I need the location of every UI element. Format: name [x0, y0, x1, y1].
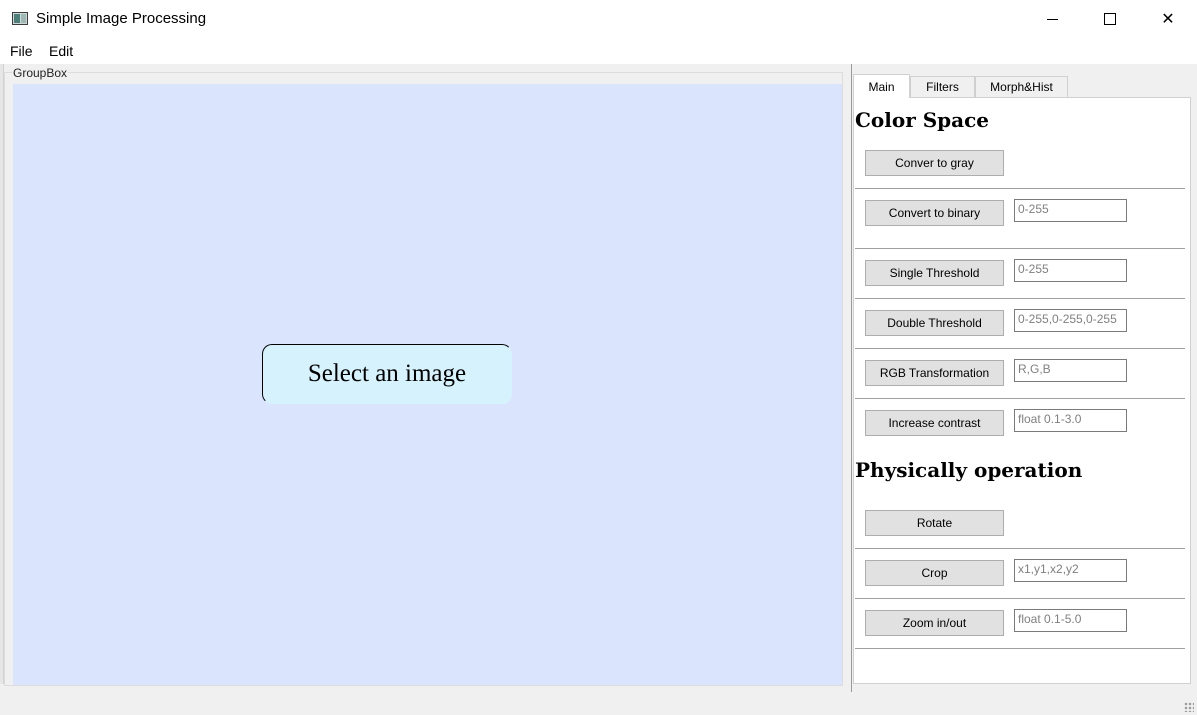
- minimize-button[interactable]: [1023, 0, 1081, 38]
- double-threshold-button[interactable]: Double Threshold: [865, 310, 1004, 336]
- tab-main[interactable]: Main: [853, 74, 910, 98]
- physical-operation-heading: Physically operation: [855, 458, 1083, 482]
- crop-input[interactable]: x1,y1,x2,y2: [1014, 559, 1127, 582]
- crop-button[interactable]: Crop: [865, 560, 1004, 586]
- rgb-transformation-button[interactable]: RGB Transformation: [865, 360, 1004, 386]
- divider: [855, 548, 1185, 549]
- rotate-button[interactable]: Rotate: [865, 510, 1004, 536]
- rgb-input[interactable]: R,G,B: [1014, 359, 1127, 382]
- divider: [855, 248, 1185, 249]
- close-button[interactable]: ✕: [1139, 0, 1197, 38]
- binary-threshold-input[interactable]: 0-255: [1014, 199, 1127, 222]
- close-icon: ✕: [1161, 11, 1175, 28]
- tab-morph-hist[interactable]: Morph&Hist: [975, 76, 1068, 98]
- increase-contrast-button[interactable]: Increase contrast: [865, 410, 1004, 436]
- app-icon: [12, 12, 28, 25]
- menu-bar: File Edit: [0, 38, 1197, 64]
- menu-file[interactable]: File: [10, 43, 33, 59]
- divider: [855, 348, 1185, 349]
- zoom-button[interactable]: Zoom in/out: [865, 610, 1004, 636]
- tab-filters[interactable]: Filters: [910, 76, 975, 98]
- resize-grip-icon[interactable]: [1184, 702, 1194, 712]
- tab-pane-main: [853, 97, 1191, 684]
- status-bar: [0, 692, 1197, 715]
- double-threshold-input[interactable]: 0-255,0-255,0-255: [1014, 309, 1127, 332]
- single-threshold-input[interactable]: 0-255: [1014, 259, 1127, 282]
- zoom-input[interactable]: float 0.1-5.0: [1014, 609, 1127, 632]
- divider: [855, 648, 1185, 649]
- title-bar: Simple Image Processing ✕: [0, 0, 1197, 38]
- maximize-icon: [1104, 13, 1116, 25]
- minimize-icon: [1046, 18, 1058, 20]
- contrast-input[interactable]: float 0.1-3.0: [1014, 409, 1127, 432]
- convert-gray-button[interactable]: Conver to gray: [865, 150, 1004, 176]
- divider: [855, 298, 1185, 299]
- convert-binary-button[interactable]: Convert to binary: [865, 200, 1004, 226]
- divider: [855, 188, 1185, 189]
- divider: [855, 398, 1185, 399]
- select-image-button[interactable]: Select an image: [262, 344, 512, 404]
- menu-edit[interactable]: Edit: [49, 43, 73, 59]
- single-threshold-button[interactable]: Single Threshold: [865, 260, 1004, 286]
- panel-splitter[interactable]: [851, 64, 852, 692]
- window-title: Simple Image Processing: [36, 10, 207, 27]
- maximize-button[interactable]: [1081, 0, 1139, 38]
- divider: [855, 598, 1185, 599]
- groupbox-title: GroupBox: [12, 66, 69, 80]
- color-space-heading: Color Space: [855, 108, 989, 132]
